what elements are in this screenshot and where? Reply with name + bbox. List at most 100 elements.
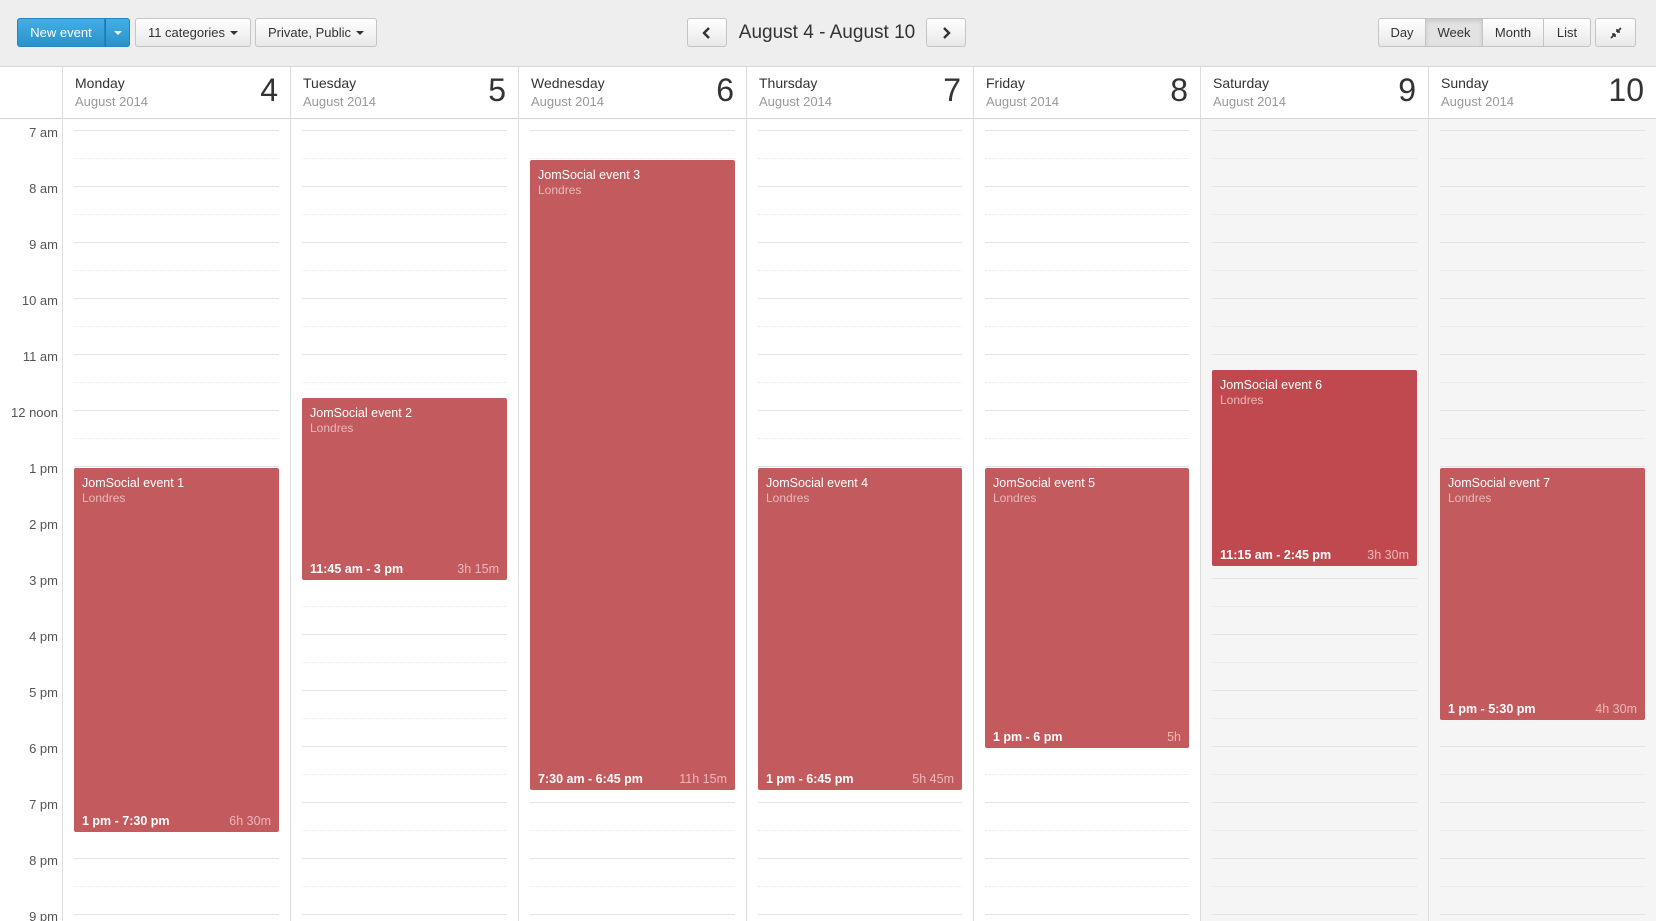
day-column-monday[interactable]: JomSocial event 1 Londres 1 pm - 7:30 pm… — [62, 119, 290, 921]
grid-line — [302, 830, 507, 831]
calendar-event[interactable]: JomSocial event 7 Londres 1 pm - 5:30 pm… — [1440, 468, 1645, 720]
event-title: JomSocial event 7 — [1448, 476, 1551, 490]
event-duration: 11h 15m — [679, 772, 727, 786]
day-column-saturday[interactable]: JomSocial event 6 Londres 11:15 am - 2:4… — [1200, 119, 1428, 921]
grid-line — [302, 634, 507, 635]
day-header-saturday[interactable]: Saturday August 2014 9 — [1200, 67, 1428, 119]
view-week-button[interactable]: Week — [1425, 18, 1483, 47]
day-header-monday[interactable]: Monday August 2014 4 — [62, 67, 290, 119]
grid-line — [74, 886, 279, 887]
grid-line — [1212, 886, 1417, 887]
grid-line — [302, 382, 507, 383]
event-location: Londres — [538, 183, 582, 197]
grid-line — [74, 382, 279, 383]
new-event-dropdown-button[interactable] — [105, 18, 130, 47]
grid-line — [74, 858, 279, 859]
event-time: 1 pm - 6:45 pm — [766, 772, 854, 786]
grid-line — [758, 438, 962, 439]
time-label: 7 pm — [29, 797, 58, 812]
view-list-button[interactable]: List — [1543, 18, 1591, 47]
event-time: 1 pm - 7:30 pm — [82, 814, 170, 828]
day-column-sunday[interactable]: JomSocial event 7 Londres 1 pm - 5:30 pm… — [1428, 119, 1656, 921]
grid-line — [1212, 158, 1417, 159]
view-switcher: Day Week Month List — [1378, 18, 1591, 47]
grid-line — [758, 830, 962, 831]
grid-line — [1440, 774, 1645, 775]
grid-line — [74, 438, 279, 439]
day-name: Friday — [986, 75, 1025, 91]
grid-line — [302, 130, 507, 131]
grid-line — [1212, 606, 1417, 607]
grid-line — [758, 242, 962, 243]
privacy-filter-button[interactable]: Private, Public — [255, 18, 377, 47]
grid-line — [1440, 298, 1645, 299]
calendar-event[interactable]: JomSocial event 6 Londres 11:15 am - 2:4… — [1212, 370, 1417, 566]
grid-line — [74, 186, 279, 187]
grid-line — [1440, 746, 1645, 747]
day-month: August 2014 — [303, 94, 377, 109]
grid-line — [530, 130, 735, 131]
event-duration: 5h — [1167, 730, 1181, 744]
calendar-event[interactable]: JomSocial event 5 Londres 1 pm - 6 pm 5h — [985, 468, 1189, 748]
caret-down-icon — [113, 30, 122, 35]
day-header-thursday[interactable]: Thursday August 2014 7 — [746, 67, 973, 119]
new-event-button[interactable]: New event — [17, 18, 105, 47]
grid-line — [302, 298, 507, 299]
day-month: August 2014 — [531, 94, 605, 109]
time-label: 1 pm — [29, 461, 58, 476]
grid-line — [302, 802, 507, 803]
grid-line — [302, 242, 507, 243]
day-column-thursday[interactable]: JomSocial event 4 Londres 1 pm - 6:45 pm… — [746, 119, 973, 921]
calendar-event[interactable]: JomSocial event 2 Londres 11:45 am - 3 p… — [302, 398, 507, 580]
day-header-friday[interactable]: Friday August 2014 8 — [973, 67, 1200, 119]
previous-week-button[interactable] — [687, 18, 727, 47]
categories-filter-button[interactable]: 11 categories — [135, 18, 251, 47]
grid-line — [1440, 438, 1645, 439]
grid-line — [1212, 830, 1417, 831]
day-column-tuesday[interactable]: JomSocial event 2 Londres 11:45 am - 3 p… — [290, 119, 518, 921]
event-location: Londres — [1448, 491, 1492, 505]
grid-line — [74, 326, 279, 327]
view-day-button[interactable]: Day — [1378, 18, 1426, 47]
day-header-wednesday[interactable]: Wednesday August 2014 6 — [518, 67, 746, 119]
view-month-button[interactable]: Month — [1482, 18, 1544, 47]
chevron-right-icon — [943, 26, 951, 39]
grid-line — [985, 158, 1189, 159]
day-header-sunday[interactable]: Sunday August 2014 10 — [1428, 67, 1656, 119]
day-column-wednesday[interactable]: JomSocial event 3 Londres 7:30 am - 6:45… — [518, 119, 746, 921]
grid-line — [985, 802, 1189, 803]
day-header-tuesday[interactable]: Tuesday August 2014 5 — [290, 67, 518, 119]
grid-line — [1212, 774, 1417, 775]
grid-line — [985, 886, 1189, 887]
day-number: 4 — [260, 72, 278, 108]
grid-line — [302, 746, 507, 747]
grid-line — [758, 158, 962, 159]
event-time: 7:30 am - 6:45 pm — [538, 772, 643, 786]
day-number: 7 — [943, 72, 961, 108]
grid-line — [530, 886, 735, 887]
event-duration: 4h 30m — [1595, 702, 1637, 716]
calendar-event[interactable]: JomSocial event 3 Londres 7:30 am - 6:45… — [530, 160, 735, 790]
event-title: JomSocial event 6 — [1220, 378, 1323, 392]
time-label: 8 am — [29, 181, 58, 196]
calendar-event[interactable]: JomSocial event 4 Londres 1 pm - 6:45 pm… — [758, 468, 962, 790]
next-week-button[interactable] — [926, 18, 966, 47]
event-location: Londres — [766, 491, 810, 505]
grid-line — [74, 914, 279, 915]
grid-line — [758, 326, 962, 327]
grid-line — [985, 298, 1189, 299]
time-label: 9 am — [29, 237, 58, 252]
grid-line — [1440, 270, 1645, 271]
time-label: 11 am — [22, 349, 58, 364]
grid-line — [1212, 690, 1417, 691]
time-label: 5 pm — [29, 685, 58, 700]
grid-line — [302, 718, 507, 719]
day-number: 6 — [716, 72, 734, 108]
day-column-friday[interactable]: JomSocial event 5 Londres 1 pm - 6 pm 5h — [973, 119, 1200, 921]
calendar-event[interactable]: JomSocial event 1 Londres 1 pm - 7:30 pm… — [74, 468, 279, 832]
time-label: 8 pm — [29, 853, 58, 868]
fullscreen-toggle-button[interactable] — [1595, 18, 1636, 47]
new-event-label: New event — [30, 25, 92, 40]
time-label: 10 am — [21, 293, 58, 308]
event-time: 11:15 am - 2:45 pm — [1220, 548, 1332, 562]
